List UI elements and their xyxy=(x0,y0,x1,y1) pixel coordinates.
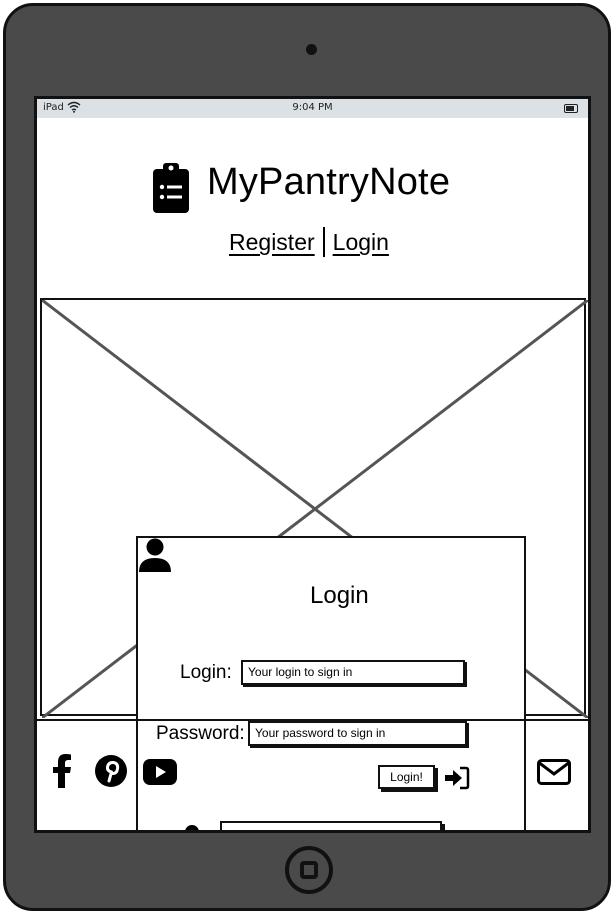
pinterest-icon[interactable] xyxy=(94,754,128,788)
login-button[interactable]: Login! xyxy=(378,765,435,789)
screen: iPad 9:04 PM MyPantryNote Register Login xyxy=(34,96,591,833)
home-button-inner xyxy=(300,861,318,879)
card-title: Login xyxy=(310,582,369,609)
footer-divider xyxy=(37,719,588,721)
register-now-button[interactable]: Not registered yet? Register now! xyxy=(220,821,442,830)
youtube-icon[interactable] xyxy=(143,759,177,785)
user-plus-icon xyxy=(185,825,199,830)
mail-icon[interactable] xyxy=(537,759,571,785)
facebook-icon[interactable] xyxy=(52,754,72,788)
login-card: Login Login: Your login to sign in Passw… xyxy=(136,536,526,830)
brand-title: MyPantryNote xyxy=(207,161,451,203)
header-nav: Register Login xyxy=(229,227,389,257)
image-placeholder: Login Login: Your login to sign in Passw… xyxy=(40,298,588,830)
status-bar: iPad 9:04 PM xyxy=(37,99,588,118)
login-link[interactable]: Login xyxy=(333,229,389,255)
home-button[interactable] xyxy=(285,846,333,894)
nav-separator xyxy=(322,227,325,257)
password-input[interactable]: Your password to sign in xyxy=(248,721,467,746)
tablet-device-frame: iPad 9:04 PM MyPantryNote Register Login xyxy=(3,3,611,911)
login-label: Login: xyxy=(180,662,232,683)
password-label: Password: xyxy=(156,723,245,744)
login-input[interactable]: Your login to sign in xyxy=(241,660,465,685)
user-icon xyxy=(139,538,171,572)
camera-dot xyxy=(306,44,317,55)
battery-icon xyxy=(564,104,578,113)
sign-in-icon[interactable] xyxy=(444,766,470,790)
clipboard-list-icon xyxy=(153,163,189,213)
register-link[interactable]: Register xyxy=(229,229,315,255)
status-time: 9:04 PM xyxy=(292,102,333,113)
